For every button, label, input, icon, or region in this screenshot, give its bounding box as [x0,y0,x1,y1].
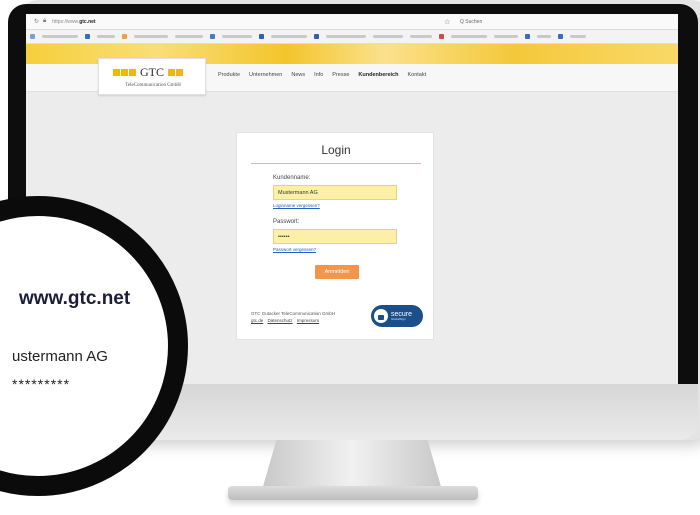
bookmark-item[interactable] [271,35,307,38]
browser-nav-icons: ↻ 🔒︎ [34,18,46,25]
bookmark-item[interactable] [222,35,252,38]
secure-badge-provider: GlobalSign [391,317,406,321]
magnified-url: www.gtc.net [19,288,131,309]
footer-link-gtc[interactable]: gtc.de [251,318,263,323]
footer-link-datenschutz[interactable]: Datenschutz [268,318,293,323]
title-divider [251,163,421,164]
magnified-username: ustermann AG [12,348,108,365]
bookmark-icon[interactable] [525,34,530,39]
padlock-icon [374,309,388,323]
bookmark-item[interactable] [570,35,586,38]
logo-bars-left-icon [113,69,136,76]
bookmark-item[interactable] [42,35,78,38]
bookmark-item[interactable] [494,35,518,38]
menu-item-unternehmen[interactable]: Unternehmen [249,72,282,78]
bookmark-item[interactable] [134,35,168,38]
bookmark-item[interactable] [175,35,203,38]
menu-item-produkte[interactable]: Produkte [218,72,240,78]
stage: ↻ 🔒︎ https://www.gtc.net ☆ Q Suchen GTC … [0,0,700,515]
bookmark-item[interactable] [451,35,487,38]
site-logo[interactable]: GTC TeleCommunication GmbH [98,58,206,95]
login-title: Login [321,143,351,157]
bookmark-icon[interactable] [314,34,319,39]
bookmark-star-icon[interactable]: ☆ [444,18,450,26]
password-field[interactable]: •••••• [273,229,397,244]
login-button[interactable]: Anmelden [315,265,359,279]
bookmark-item[interactable] [537,35,551,38]
monitor-stand-base [228,486,478,500]
menu-item-kundenbereich[interactable]: Kundenbereich [358,72,398,78]
logo-text: GTC [140,65,164,79]
url-prefix: https://www. [52,18,80,25]
footer-link-impressum[interactable]: Impressum [297,318,319,323]
forgot-username-link[interactable]: Loginname vergessen? [273,203,320,208]
password-label: Passwort: [273,219,300,225]
bookmark-icon[interactable] [439,34,444,39]
logo-mark: GTC [113,65,183,80]
secure-badge-text: secure GlobalSign [391,311,412,321]
monitor-stand [262,440,442,490]
menu-item-info[interactable]: Info [314,72,323,78]
bookmark-icon[interactable] [210,34,215,39]
menu-item-news[interactable]: News [291,72,305,78]
company-name: GTC Gutacker TeleCommunication GmbH [251,311,335,316]
browser-search-input[interactable]: Q Suchen [456,17,576,27]
username-label: Kundenname: [273,175,311,181]
bookmark-icon[interactable] [558,34,563,39]
bookmarks-bar [26,30,678,44]
logo-bars-right-icon [168,69,183,76]
browser-toolbar: ↻ 🔒︎ https://www.gtc.net ☆ Q Suchen [26,14,678,30]
bookmark-item[interactable] [410,35,432,38]
url-domain: gtc.net [79,18,96,25]
bookmark-item[interactable] [97,35,115,38]
secure-badge: secure GlobalSign [371,305,423,327]
forgot-password-link[interactable]: Passwort vergessen? [273,247,316,252]
username-field[interactable]: Mustermann AG [273,185,397,200]
reload-icon[interactable]: ↻ [34,18,39,25]
bookmark-icon[interactable] [85,34,90,39]
footer-links: gtc.de Datenschutz Impressum [251,318,322,323]
login-card: Login Kundenname: Mustermann AG Loginnam… [236,132,434,340]
lock-icon: 🔒︎ [43,18,47,24]
logo-subtitle: TeleCommunication GmbH [125,83,181,88]
bookmark-icon[interactable] [122,34,127,39]
menu-item-presse[interactable]: Presse [332,72,349,78]
address-bar[interactable]: https://www.gtc.net [52,19,95,25]
bookmark-item[interactable] [373,35,403,38]
magnified-password: ********* [12,376,71,392]
bookmark-icon[interactable] [259,34,264,39]
menu-item-kontakt[interactable]: Kontakt [407,72,426,78]
main-menu: Produkte Unternehmen News Info Presse Ku… [218,72,426,78]
bookmark-icon[interactable] [30,34,35,39]
bookmark-item[interactable] [326,35,366,38]
